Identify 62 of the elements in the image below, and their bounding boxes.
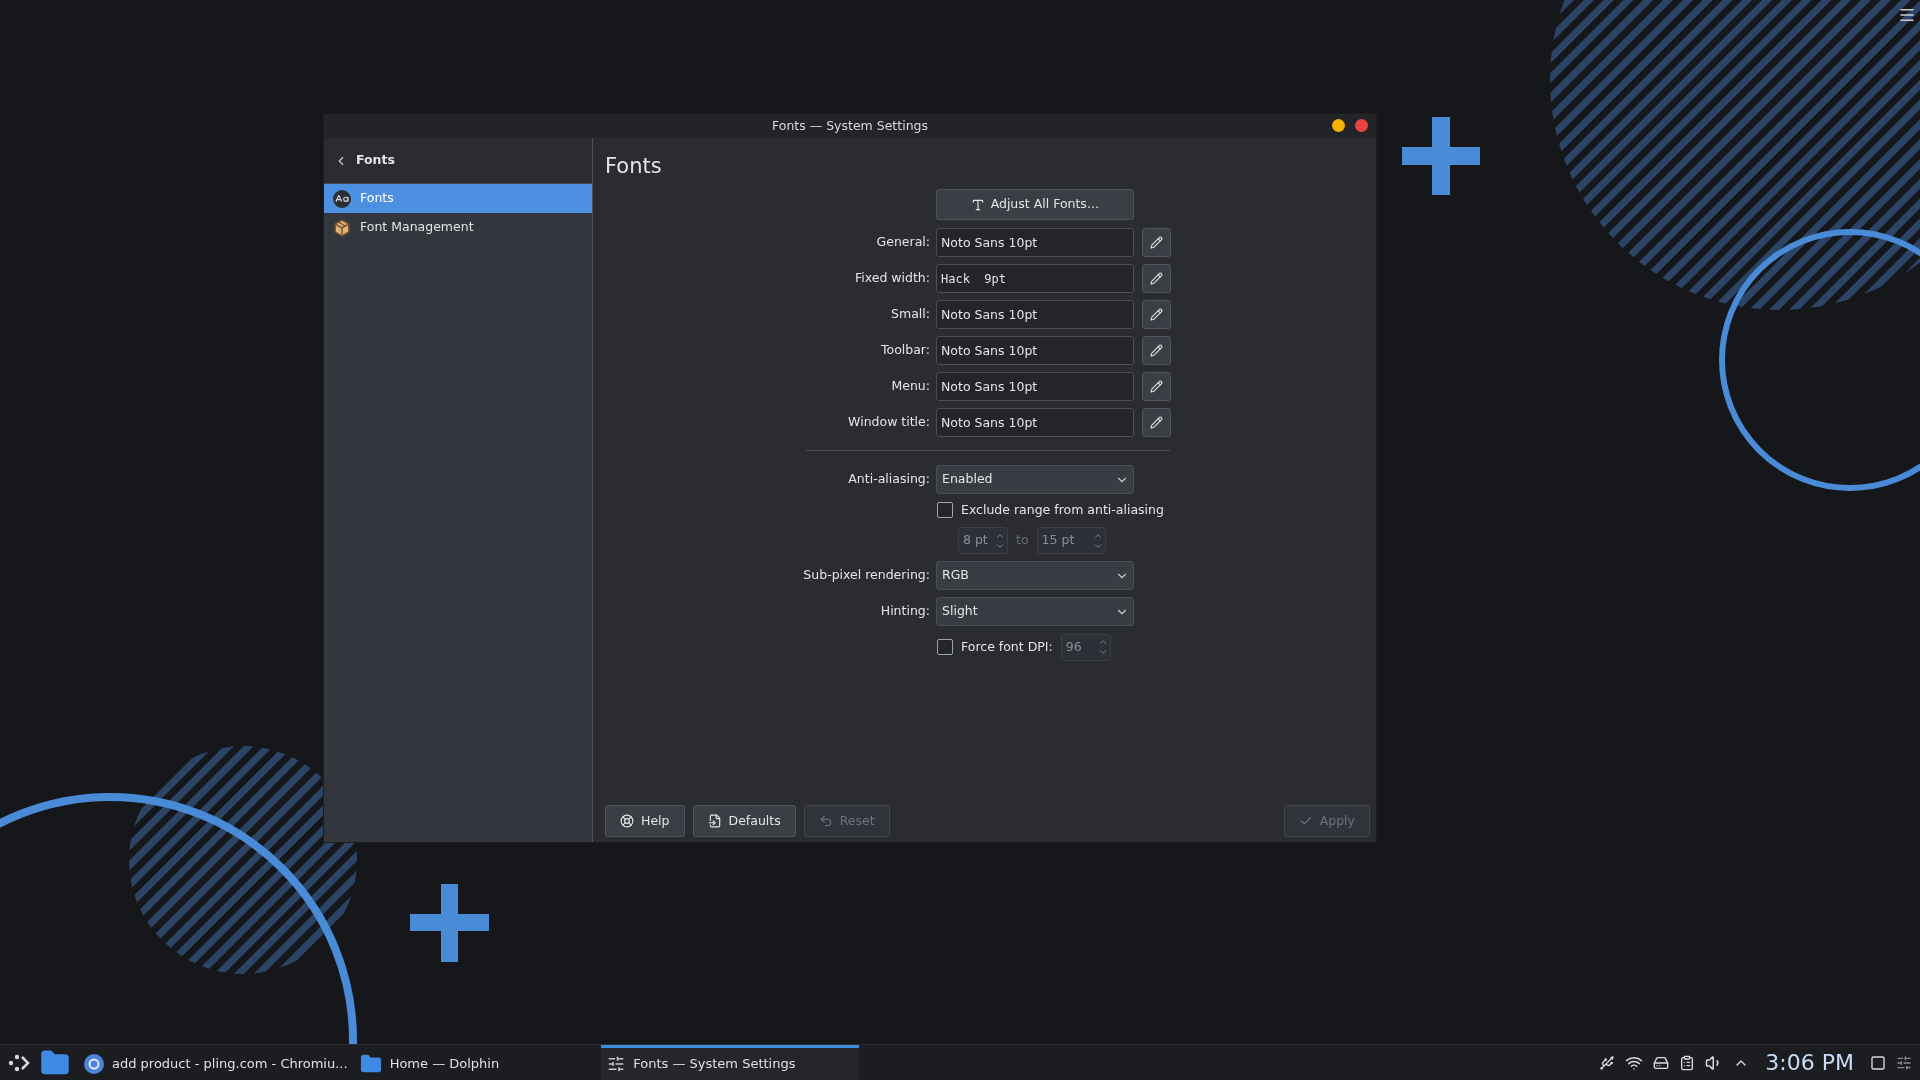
- field-label: Sub-pixel rendering:: [803, 566, 930, 585]
- checkbox-label: Exclude range from anti-aliasing: [961, 500, 1164, 519]
- sliders-icon[interactable]: [1896, 1054, 1912, 1071]
- font-field[interactable]: Hack 9pt: [936, 264, 1134, 293]
- window-title: Fonts — System Settings: [772, 116, 928, 135]
- font-field[interactable]: Noto Sans 10pt: [936, 300, 1134, 329]
- sidebar-item[interactable]: Font Management: [324, 213, 592, 242]
- font-field[interactable]: Noto Sans 10pt: [936, 336, 1134, 365]
- check-icon: [1298, 814, 1313, 828]
- edit-button[interactable]: [1142, 264, 1171, 293]
- usb-icon[interactable]: [1599, 1054, 1616, 1071]
- field-label: General:: [876, 233, 930, 252]
- task-button[interactable]: add product - pling.com - Chromiu...: [78, 1045, 354, 1080]
- fonts-icon: [333, 189, 351, 208]
- task-button[interactable]: Home — Dolphin: [353, 1045, 506, 1080]
- dropdown[interactable]: Enabled: [936, 465, 1134, 494]
- folder-icon: [359, 1053, 382, 1075]
- pencil-icon: [1150, 416, 1163, 429]
- edit-button[interactable]: [1142, 372, 1171, 401]
- field-label: Hinting:: [880, 602, 930, 621]
- clipboard-icon[interactable]: [1679, 1054, 1696, 1071]
- range-label: to: [1016, 531, 1029, 550]
- lifebuoy-icon: [620, 814, 634, 828]
- undo-icon: [818, 814, 833, 828]
- document-icon: [707, 814, 722, 828]
- package-icon: [333, 218, 351, 237]
- font-field[interactable]: Noto Sans 10pt: [936, 372, 1134, 401]
- clock[interactable]: 3:06 PM: [1765, 1046, 1854, 1079]
- field-label: Toolbar:: [881, 341, 930, 360]
- pencil-icon: [1150, 344, 1163, 357]
- pencil-icon: [1150, 308, 1163, 321]
- edit-button[interactable]: [1142, 408, 1171, 437]
- adjust-fonts-button[interactable]: Adjust All Fonts…: [936, 189, 1134, 220]
- field-label: Anti-aliasing:: [848, 470, 930, 489]
- minimize-button[interactable]: [1332, 119, 1345, 132]
- task-button[interactable]: Fonts — System Settings: [601, 1045, 860, 1080]
- sliders-icon: [607, 1055, 626, 1073]
- pencil-icon: [1150, 380, 1163, 393]
- edit-button[interactable]: [1142, 336, 1171, 365]
- pencil-icon: [1150, 272, 1163, 285]
- sidebar-title: Fonts: [356, 151, 395, 170]
- field-label: Fixed width:: [854, 269, 930, 288]
- edit-button[interactable]: [1142, 300, 1171, 329]
- field-label: Window title:: [848, 413, 930, 432]
- font-icon: [970, 197, 985, 212]
- field-label: Small:: [891, 305, 930, 324]
- drive-icon[interactable]: [1653, 1054, 1670, 1071]
- dropdown[interactable]: Slight: [936, 597, 1134, 626]
- help-button[interactable]: Help: [605, 805, 685, 837]
- edit-button[interactable]: [1142, 228, 1171, 257]
- defaults-button[interactable]: Defaults: [692, 805, 796, 837]
- browser-icon: [84, 1054, 104, 1074]
- pencil-icon: [1150, 236, 1163, 249]
- page-title: Fonts: [605, 152, 662, 180]
- font-field[interactable]: Noto Sans 10pt: [936, 408, 1134, 437]
- font-field[interactable]: Noto Sans 10pt: [936, 228, 1134, 257]
- dropdown[interactable]: RGB: [936, 561, 1134, 590]
- field-label: Menu:: [891, 377, 930, 396]
- close-button[interactable]: [1355, 119, 1368, 132]
- menu-icon[interactable]: [1898, 6, 1916, 24]
- show-desktop-icon[interactable]: [1870, 1054, 1886, 1071]
- checkbox-label: Force font DPI:: [961, 637, 1053, 656]
